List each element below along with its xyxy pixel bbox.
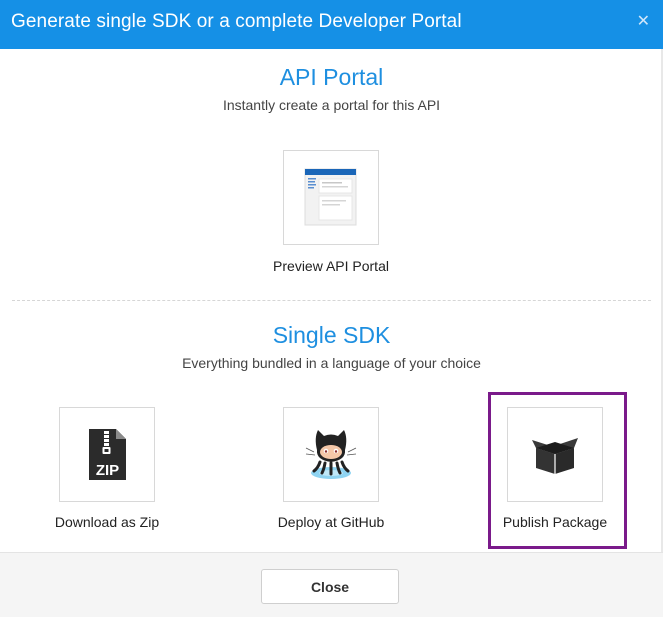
single-sdk-title: Single SDK [272, 322, 391, 348]
download-zip-tile[interactable]: ZIP [59, 407, 155, 502]
section-divider [12, 300, 651, 301]
close-icon[interactable]: ✕ [637, 11, 650, 31]
api-portal-subtitle: Instantly create a portal for this API [222, 97, 441, 113]
selection-highlight [488, 392, 627, 549]
preview-api-portal-label[interactable]: Preview API Portal [231, 258, 431, 274]
deploy-github-tile[interactable] [283, 407, 379, 502]
close-button[interactable]: Close [261, 569, 399, 604]
download-zip-label[interactable]: Download as Zip [7, 514, 207, 530]
github-octocat-icon [305, 430, 357, 479]
dialog-header: Generate single SDK or a complete Develo… [0, 0, 663, 49]
zip-icon-text: ZIP [96, 462, 119, 479]
zip-file-icon: ZIP [89, 429, 126, 480]
portal-preview-icon [304, 168, 357, 226]
preview-api-portal-tile[interactable] [283, 150, 379, 245]
deploy-github-label[interactable]: Deploy at GitHub [231, 514, 431, 530]
single-sdk-subtitle: Everything bundled in a language of your… [182, 355, 481, 371]
api-portal-title: API Portal [279, 64, 384, 90]
dialog-title: Generate single SDK or a complete Develo… [11, 11, 462, 32]
